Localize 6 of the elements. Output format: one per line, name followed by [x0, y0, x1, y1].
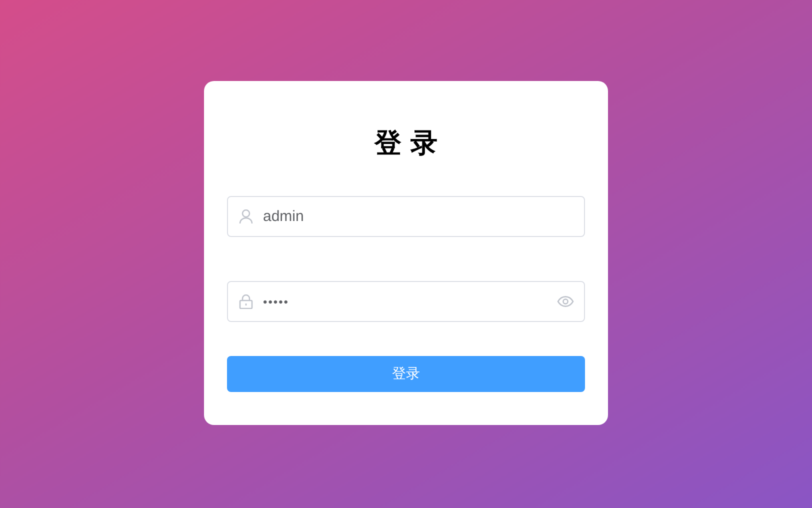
eye-icon[interactable]	[557, 296, 574, 307]
user-icon	[239, 209, 253, 224]
password-field[interactable]: •••••	[227, 281, 585, 322]
login-title: 登 录	[373, 129, 439, 159]
username-field[interactable]: admin	[227, 196, 585, 237]
lock-icon	[239, 294, 253, 309]
